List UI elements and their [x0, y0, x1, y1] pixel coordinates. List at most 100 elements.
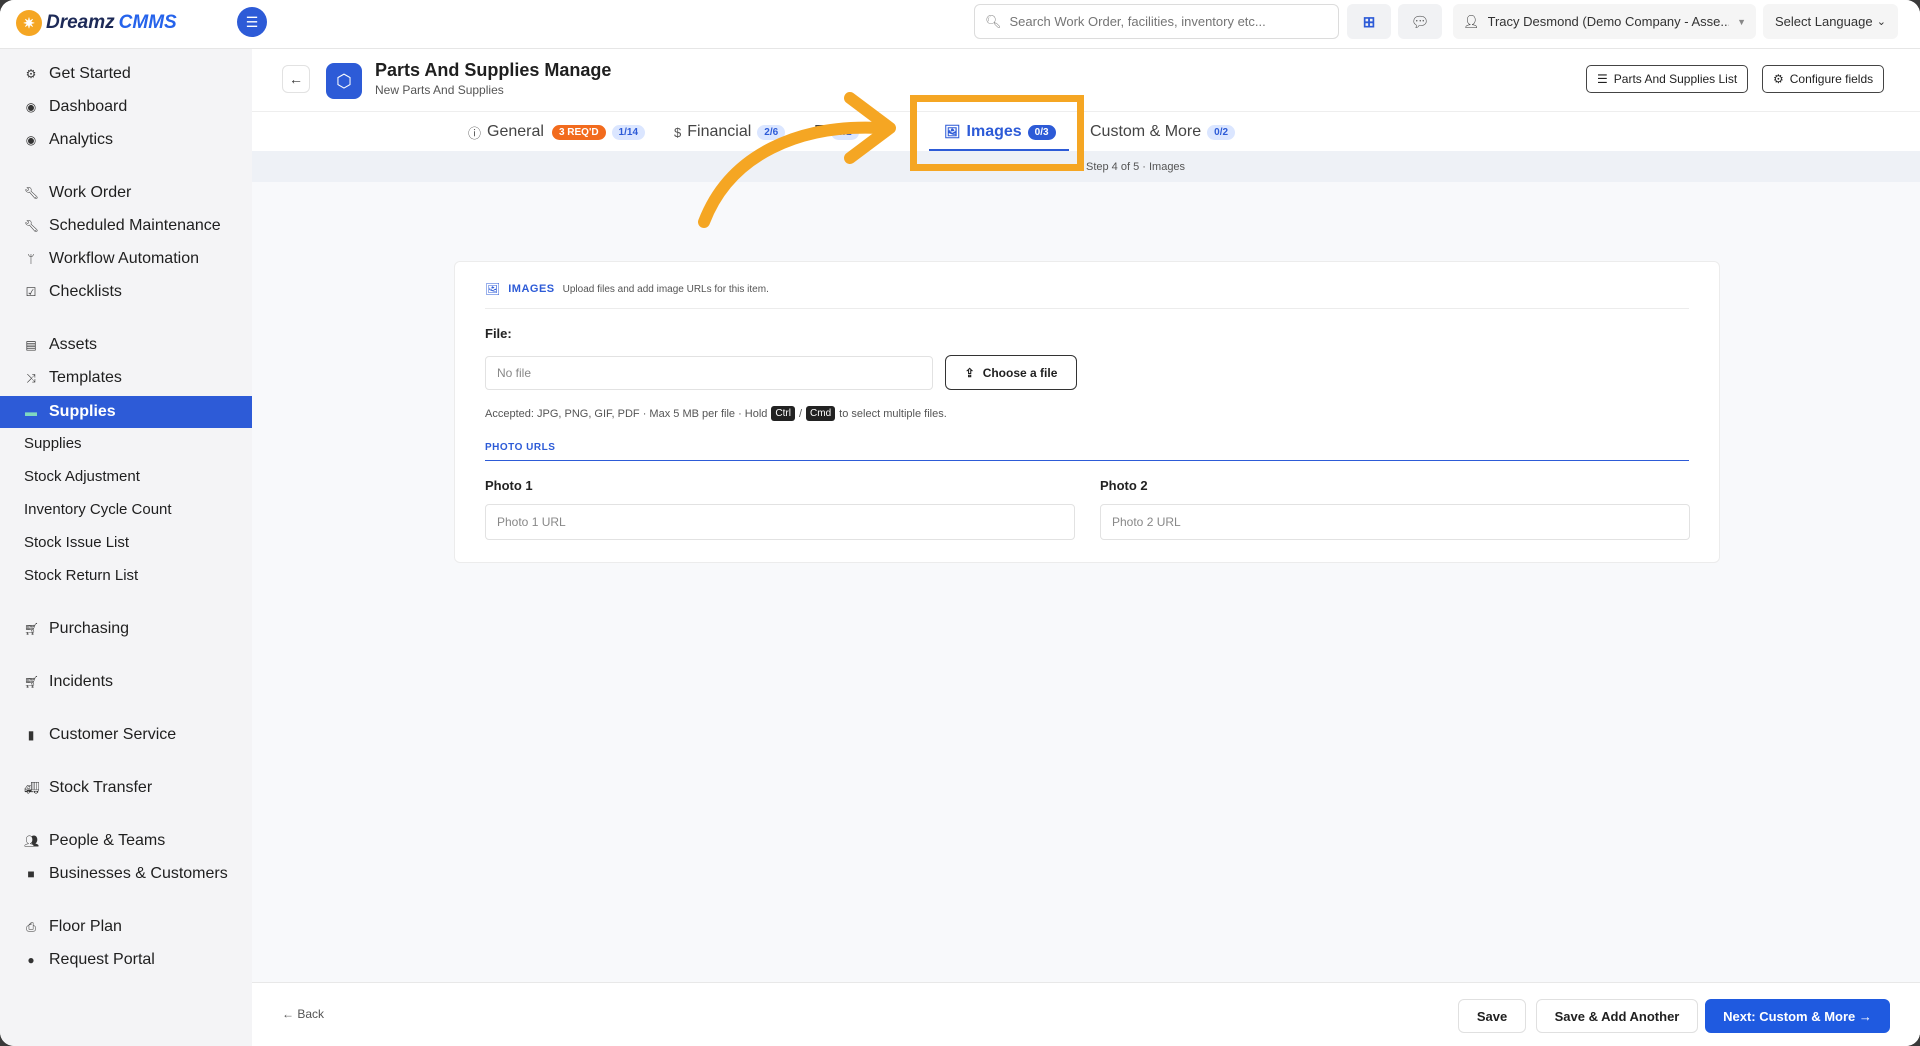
archive-icon: ▤ [25, 338, 37, 352]
choose-file-button[interactable]: ⇪ Choose a file [945, 355, 1077, 390]
truck-icon: 🚚︎ [24, 781, 40, 795]
user-icon: 👤︎ [1463, 13, 1480, 29]
branch-icon: ᛘ [27, 252, 35, 266]
required-badge: 3 REQ'D [551, 124, 606, 140]
section-title: IMAGES [508, 283, 555, 295]
kbd-ctrl: Ctrl [771, 406, 795, 421]
chat-icon: ● [27, 953, 35, 967]
briefcase-icon: ▬ [25, 405, 37, 419]
section-description: Upload files and add image URLs for this… [562, 283, 769, 295]
apps-button[interactable]: ⊞ [1347, 4, 1391, 39]
parts-list-button[interactable]: ☰ Parts And Supplies List [1586, 65, 1749, 93]
analytics-icon: ◉ [25, 133, 37, 147]
sidebar-item-request-portal[interactable]: ● Request Portal [0, 944, 252, 976]
tab-count-badge: 2/6 [757, 124, 786, 140]
printer-icon: ⎙ [26, 919, 36, 934]
photo2-label: Photo 2 [1100, 478, 1148, 493]
images-card: 🖼︎ IMAGES Upload files and add image URL… [454, 261, 1720, 563]
sidebar-item-assets[interactable]: ▤ Assets [0, 329, 252, 361]
help-prefix: Accepted: JPG, PNG, GIF, PDF · Max 5 MB … [485, 407, 768, 420]
step-indicator: Step 4 of 5 · Images [252, 151, 1920, 182]
tab-label: Images [966, 123, 1022, 140]
app-logo[interactable]: ✷ Dreamz CMMS [16, 10, 177, 36]
sidebar-subitem-inventory-cycle-count[interactable]: Inventory Cycle Count [0, 494, 252, 524]
file-display[interactable]: No file [485, 356, 933, 390]
sidebar-item-incidents[interactable]: 🛒︎ Incidents [0, 666, 252, 698]
sidebar-item-floor-plan[interactable]: ⎙ Floor Plan [0, 911, 252, 943]
save-button[interactable]: Save [1458, 999, 1526, 1033]
shuffle-icon: ⤨ [26, 370, 36, 385]
page-header: ← ⬡ Parts And Supplies Manage New Parts … [252, 49, 1920, 111]
sidebar-item-templates[interactable]: ⤨ Templates [0, 362, 252, 394]
tab-images[interactable]: 🖼︎ Images 0/3 [944, 118, 1056, 146]
logo-accent-text: CMMS [118, 12, 177, 33]
photo2-placeholder: Photo 2 URL [1112, 515, 1181, 529]
sidebar-item-analytics[interactable]: ◉ Analytics [0, 124, 252, 156]
sidebar-subitem-supplies[interactable]: Supplies [0, 428, 252, 458]
file-help-text: Accepted: JPG, PNG, GIF, PDF · Max 5 MB … [485, 406, 947, 421]
sidebar-item-stock-transfer[interactable]: 🚚︎ Stock Transfer [0, 772, 252, 804]
sidebar-subitem-label: Stock Adjustment [24, 467, 140, 485]
tab-label: General [487, 123, 544, 140]
sidebar-subitem-label: Inventory Cycle Count [24, 500, 172, 518]
sidebar-item-dashboard[interactable]: ◉ Dashboard [0, 91, 252, 123]
sidebar-item-label: Request Portal [49, 951, 155, 968]
footer-back-link[interactable]: ← Back [282, 1007, 324, 1021]
section-divider [485, 308, 1689, 309]
sidebar-subitem-label: Stock Return List [24, 566, 139, 584]
logo-text: Dreamz [46, 12, 115, 33]
sidebar-item-label: Workflow Automation [49, 250, 199, 267]
form-footer: ← Back Save Save & Add Another Next: Cus… [252, 982, 1920, 1046]
tab-general[interactable]: ⓘ General 3 REQ'D 1/14 [468, 118, 646, 146]
sidebar-item-get-started[interactable]: ⚙ Get Started [0, 58, 252, 90]
tab-extra[interactable]: E 0/1 [814, 118, 859, 146]
sidebar-subitem-stock-issue-list[interactable]: Stock Issue List [0, 527, 252, 557]
sidebar-subitem-stock-return-list[interactable]: Stock Return List [0, 560, 252, 590]
back-arrow-button[interactable]: ← [282, 65, 310, 93]
page-title: Parts And Supplies Manage [375, 60, 612, 80]
search-input[interactable] [1009, 14, 1330, 29]
language-select[interactable]: Select Language ⌄ [1763, 4, 1898, 39]
sidebar-item-label: Scheduled Maintenance [49, 217, 221, 234]
file-icon: ▮ [27, 728, 35, 742]
save-label: Save [1476, 1008, 1508, 1024]
sidebar-toggle-button[interactable]: ☰ [237, 7, 267, 37]
global-search[interactable]: 🔍︎ [974, 4, 1339, 39]
sidebar-item-purchasing[interactable]: 🛒︎ Purchasing [0, 613, 252, 645]
photo2-url-input[interactable]: Photo 2 URL [1100, 504, 1690, 540]
tab-count-badge: 1/14 [611, 124, 646, 140]
sidebar-item-label: People & Teams [49, 832, 166, 849]
sidebar-item-label: Floor Plan [49, 918, 122, 935]
sidebar-item-work-order[interactable]: 🔧︎ Work Order [0, 177, 252, 209]
sidebar-item-supplies[interactable]: ▬ Supplies [0, 396, 252, 428]
people-icon: 👥︎ [24, 834, 40, 848]
tab-count-badge: 0/2 [1207, 124, 1236, 140]
sidebar-item-label: Checklists [49, 283, 122, 300]
page-subtitle: New Parts And Supplies [375, 83, 504, 97]
configure-fields-button[interactable]: ⚙ Configure fields [1762, 65, 1885, 93]
help-separator: / [798, 407, 803, 420]
grid-plus-icon: ⊞ [1362, 13, 1376, 31]
chevron-down-icon: ⌄ [1876, 16, 1886, 28]
user-menu[interactable]: 👤︎ Tracy Desmond (Demo Company - Asse...… [1453, 4, 1756, 39]
sidebar-item-workflow-automation[interactable]: ᛘ Workflow Automation [0, 243, 252, 275]
photo1-label: Photo 1 [485, 478, 533, 493]
save-add-label: Save & Add Another [1554, 1008, 1680, 1024]
next-button[interactable]: Next: Custom & More → [1705, 999, 1890, 1033]
tab-custom-more[interactable]: Custom & More 0/2 [1090, 118, 1236, 146]
save-add-another-button[interactable]: Save & Add Another [1536, 999, 1698, 1033]
sidebar-item-checklists[interactable]: ☑ Checklists [0, 276, 252, 308]
sidebar-item-label: Work Order [49, 184, 132, 201]
chat-button[interactable]: 💬︎ [1398, 4, 1442, 39]
tab-financial[interactable]: $ Financial 2/6 [674, 118, 786, 146]
photo1-placeholder: Photo 1 URL [497, 515, 566, 529]
sidebar-item-businesses-customers[interactable]: ■ Businesses & Customers [0, 858, 252, 890]
sidebar-item-scheduled-maintenance[interactable]: 🔧︎ Scheduled Maintenance [0, 210, 252, 242]
sidebar-subitem-stock-adjustment[interactable]: Stock Adjustment [0, 461, 252, 491]
photo1-url-input[interactable]: Photo 1 URL [485, 504, 1075, 540]
sidebar-item-customer-service[interactable]: ▮ Customer Service [0, 719, 252, 751]
info-icon: ⓘ [468, 125, 482, 141]
image-icon: 🖼︎ [944, 124, 961, 139]
sidebar-item-people-teams[interactable]: 👥︎ People & Teams [0, 825, 252, 857]
wrench-icon: 🔧︎ [24, 186, 40, 200]
